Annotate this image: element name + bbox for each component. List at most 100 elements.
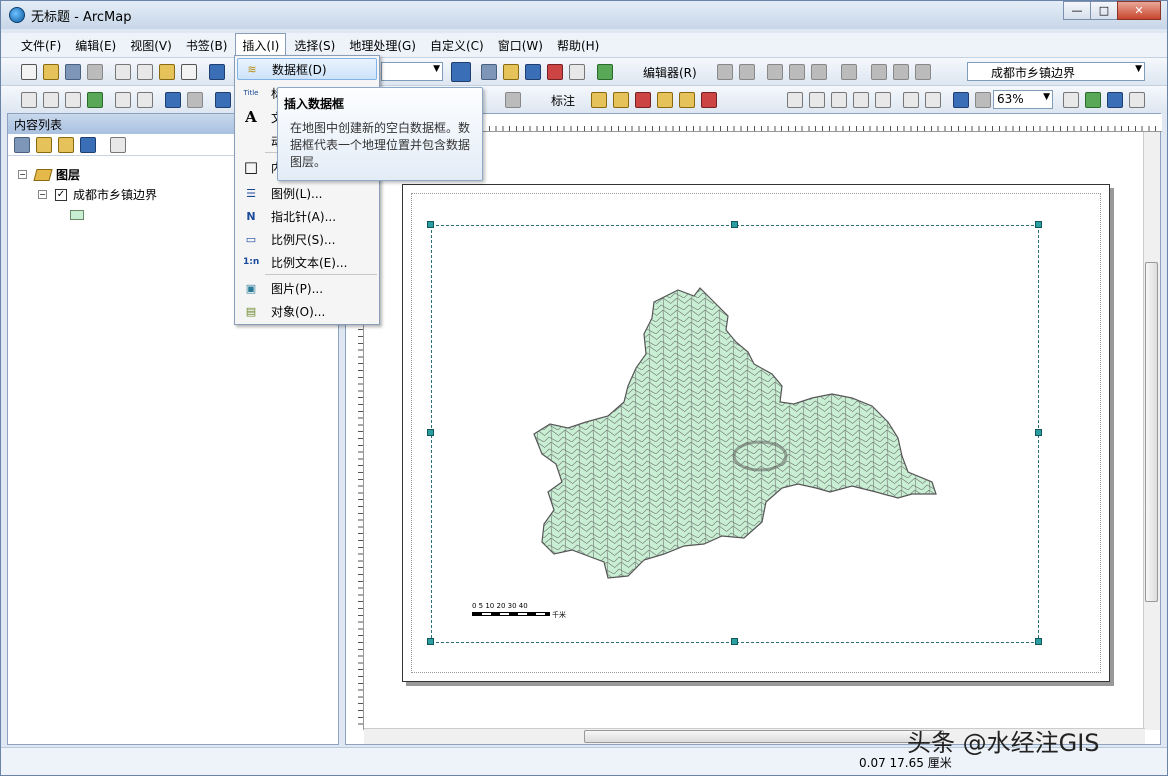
data-frame[interactable]: 0 5 10 20 30 40 千米 bbox=[431, 225, 1039, 643]
layout-pan-icon[interactable] bbox=[831, 92, 847, 108]
insert-picture-item[interactable]: ▣ 图片(P)... bbox=[237, 277, 377, 299]
scale-bar[interactable]: 0 5 10 20 30 40 千米 bbox=[472, 602, 566, 619]
insert-data-frame-item[interactable]: ≋ 数据框(D) bbox=[237, 58, 377, 80]
zoom-100-percent-icon[interactable] bbox=[875, 92, 891, 108]
back-icon[interactable] bbox=[165, 92, 181, 108]
edit-tool-icon[interactable] bbox=[717, 64, 733, 80]
data-driven-pages-icon[interactable] bbox=[1129, 92, 1145, 108]
resize-handle-ne[interactable] bbox=[1035, 221, 1042, 228]
next-extent-icon[interactable] bbox=[975, 92, 991, 108]
editor-toolbar-toggle-icon[interactable] bbox=[451, 62, 471, 82]
trace-icon[interactable] bbox=[811, 64, 827, 80]
reshape-icon[interactable] bbox=[893, 64, 909, 80]
pan-icon[interactable] bbox=[65, 92, 81, 108]
search-window-icon[interactable] bbox=[525, 64, 541, 80]
full-extent-icon[interactable] bbox=[87, 92, 103, 108]
collapse-icon[interactable]: − bbox=[38, 190, 47, 199]
layout-zoom-out-icon[interactable] bbox=[809, 92, 825, 108]
zoom-whole-page-icon[interactable] bbox=[853, 92, 869, 108]
focus-data-frame-icon[interactable] bbox=[1085, 92, 1101, 108]
layer-symbol-swatch[interactable] bbox=[70, 210, 84, 220]
print-icon[interactable] bbox=[87, 64, 103, 80]
menu-help[interactable]: 帮助(H) bbox=[551, 34, 605, 57]
toggle-draft-mode-icon[interactable] bbox=[1063, 92, 1079, 108]
label-manager-icon[interactable] bbox=[591, 92, 607, 108]
edit-vertices-icon[interactable] bbox=[871, 64, 887, 80]
layout-zoom-combo[interactable]: 63% ▼ bbox=[993, 90, 1053, 109]
modelbuilder-icon[interactable] bbox=[597, 64, 613, 80]
resize-handle-sw[interactable] bbox=[427, 638, 434, 645]
minimize-button[interactable]: — bbox=[1063, 1, 1091, 20]
menu-customize[interactable]: 自定义(C) bbox=[424, 34, 490, 57]
cut-icon[interactable] bbox=[115, 64, 131, 80]
list-by-visibility-icon[interactable] bbox=[58, 137, 74, 153]
draw-tool-icon[interactable] bbox=[505, 92, 521, 108]
menu-geoprocessing[interactable]: 地理处理(G) bbox=[343, 34, 422, 57]
menu-insert[interactable]: 插入(I) bbox=[235, 33, 287, 57]
resize-handle-se[interactable] bbox=[1035, 638, 1042, 645]
fixed-zoom-out-icon[interactable] bbox=[137, 92, 153, 108]
horizontal-scroll-thumb[interactable] bbox=[584, 730, 944, 743]
open-folder-icon[interactable] bbox=[43, 64, 59, 80]
zoom-out-icon[interactable] bbox=[43, 92, 59, 108]
resize-handle-e[interactable] bbox=[1035, 429, 1042, 436]
end-point-arc-icon[interactable] bbox=[789, 64, 805, 80]
maximize-button[interactable]: □ bbox=[1090, 1, 1118, 20]
fixed-zoom-in-icon[interactable] bbox=[115, 92, 131, 108]
previous-extent-icon[interactable] bbox=[953, 92, 969, 108]
resize-handle-s[interactable] bbox=[731, 638, 738, 645]
list-by-drawing-order-icon[interactable] bbox=[14, 137, 30, 153]
vertical-scrollbar[interactable] bbox=[1143, 132, 1160, 730]
editor-menu[interactable]: 编辑器(R) bbox=[643, 64, 697, 81]
copy-icon[interactable] bbox=[137, 64, 153, 80]
menu-windows[interactable]: 窗口(W) bbox=[492, 34, 549, 57]
resize-handle-nw[interactable] bbox=[427, 221, 434, 228]
fixed-layout-zoom-in-icon[interactable] bbox=[903, 92, 919, 108]
pause-labeling-icon[interactable] bbox=[679, 92, 695, 108]
resize-handle-n[interactable] bbox=[731, 221, 738, 228]
layer-visibility-checkbox[interactable]: ✓ bbox=[55, 188, 67, 201]
unplaced-labels-icon[interactable] bbox=[701, 92, 717, 108]
labeling-menu[interactable]: 标注 bbox=[551, 92, 575, 109]
insert-scale-bar-item[interactable]: ▭ 比例尺(S)... bbox=[237, 228, 377, 250]
label-weight-icon[interactable] bbox=[635, 92, 651, 108]
vertical-scroll-thumb[interactable] bbox=[1145, 262, 1158, 602]
layer-row[interactable]: − ✓ 成都市乡镇边界 bbox=[38, 186, 157, 203]
insert-north-arrow-item[interactable]: N 指北针(A)... bbox=[237, 205, 377, 227]
arctoolbox-icon[interactable] bbox=[547, 64, 563, 80]
lock-labels-icon[interactable] bbox=[657, 92, 673, 108]
new-document-icon[interactable] bbox=[21, 64, 37, 80]
target-layer-combo[interactable]: 成都市乡镇边界 ▼ bbox=[967, 62, 1145, 81]
menu-view[interactable]: 视图(V) bbox=[124, 34, 178, 57]
menu-bookmarks[interactable]: 书签(B) bbox=[180, 34, 234, 57]
layout-view[interactable]: 0 5 10 20 30 40 千米 bbox=[345, 113, 1162, 745]
layout-zoom-in-icon[interactable] bbox=[787, 92, 803, 108]
label-priority-icon[interactable] bbox=[613, 92, 629, 108]
insert-object-item[interactable]: ▤ 对象(O)... bbox=[237, 300, 377, 322]
undo-icon[interactable] bbox=[209, 64, 225, 80]
zoom-in-icon[interactable] bbox=[21, 92, 37, 108]
close-button[interactable]: ✕ bbox=[1117, 1, 1161, 20]
edit-annotation-icon[interactable] bbox=[739, 64, 755, 80]
point-icon[interactable] bbox=[841, 64, 857, 80]
collapse-icon[interactable]: − bbox=[18, 170, 27, 179]
cut-polygon-icon[interactable] bbox=[915, 64, 931, 80]
toc-options-icon[interactable] bbox=[110, 137, 126, 153]
python-window-icon[interactable] bbox=[569, 64, 585, 80]
map-scale-combo[interactable]: ▼ bbox=[381, 62, 443, 81]
change-layout-icon[interactable] bbox=[1107, 92, 1123, 108]
menu-selection[interactable]: 选择(S) bbox=[288, 34, 341, 57]
list-by-selection-icon[interactable] bbox=[80, 137, 96, 153]
list-by-source-icon[interactable] bbox=[36, 137, 52, 153]
resize-handle-w[interactable] bbox=[427, 429, 434, 436]
insert-scale-text-item[interactable]: 1:n 比例文本(E)... bbox=[237, 251, 377, 273]
delete-icon[interactable] bbox=[181, 64, 197, 80]
fixed-layout-zoom-out-icon[interactable] bbox=[925, 92, 941, 108]
save-icon[interactable] bbox=[65, 64, 81, 80]
menu-file[interactable]: 文件(F) bbox=[15, 34, 67, 57]
menu-edit[interactable]: 编辑(E) bbox=[69, 34, 122, 57]
select-features-icon[interactable] bbox=[215, 92, 231, 108]
insert-legend-item[interactable]: ☰ 图例(L)... bbox=[237, 182, 377, 204]
straight-segment-icon[interactable] bbox=[767, 64, 783, 80]
paste-icon[interactable] bbox=[159, 64, 175, 80]
